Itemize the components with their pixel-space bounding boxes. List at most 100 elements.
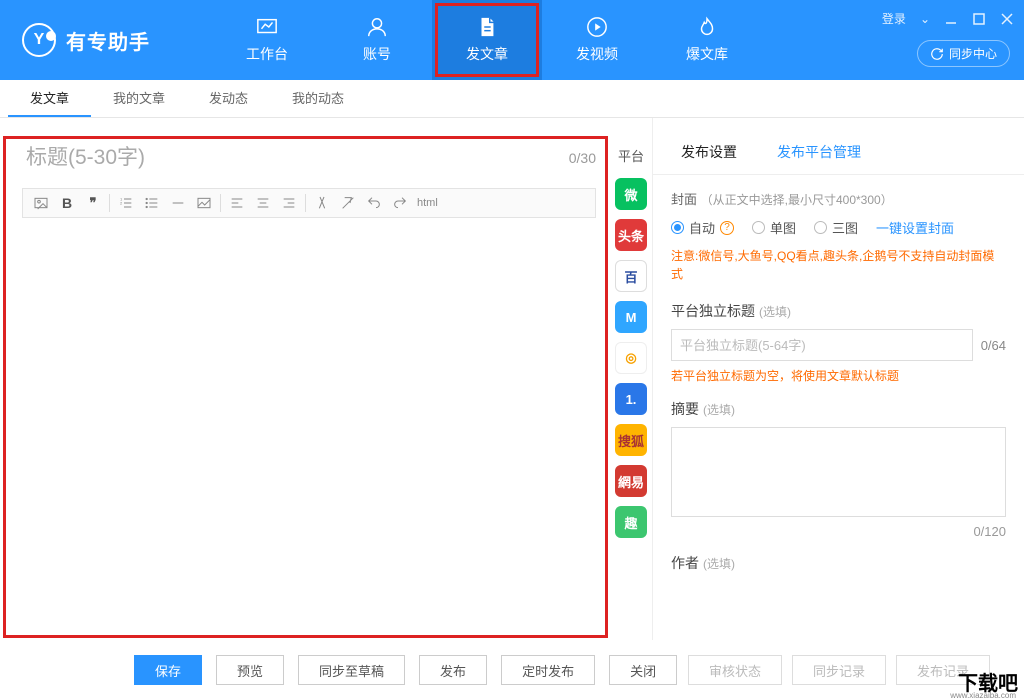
- plat-title-input[interactable]: [671, 329, 973, 361]
- bottom-right-buttons: 审核状态 同步记录 发布记录: [688, 655, 990, 685]
- sync-log-button[interactable]: 同步记录: [792, 655, 886, 685]
- platform-item-2[interactable]: 百: [615, 260, 647, 292]
- logo-icon: Y: [22, 23, 56, 57]
- cover-label: 封面 （从正文中选择,最小尺寸400*300）: [671, 189, 1006, 208]
- summary-label: 摘要(选填): [671, 399, 1006, 419]
- platform-item-7[interactable]: 網易: [615, 465, 647, 497]
- settings-column: 发布设置 发布平台管理 封面 （从正文中选择,最小尺寸400*300） 自动? …: [652, 118, 1024, 640]
- image-icon[interactable]: [29, 191, 53, 215]
- subtab-publish-moment[interactable]: 发动态: [187, 80, 270, 117]
- tab-platform-manage[interactable]: 发布平台管理: [761, 136, 877, 174]
- radio-auto[interactable]: 自动?: [671, 218, 734, 237]
- svg-text:2: 2: [120, 200, 123, 205]
- hr-icon[interactable]: [166, 191, 190, 215]
- separator: [220, 194, 221, 212]
- html-source-button[interactable]: html: [414, 197, 441, 209]
- undo-icon[interactable]: [362, 191, 386, 215]
- login-dropdown-icon[interactable]: ⌄: [920, 12, 930, 26]
- plat-title-count: 0/64: [981, 338, 1006, 353]
- minimize-icon[interactable]: [944, 12, 958, 26]
- bottom-bar: 保存 预览 同步至草稿 发布 定时发布 关闭 审核状态 同步记录 发布记录: [0, 640, 1024, 700]
- unordered-list-icon[interactable]: [140, 191, 164, 215]
- platform-item-8[interactable]: 趣: [615, 506, 647, 538]
- clear-format-icon[interactable]: [336, 191, 360, 215]
- nav-label: 工作台: [246, 44, 288, 64]
- platform-item-4[interactable]: ◎: [615, 342, 647, 374]
- radio-icon: [752, 221, 765, 234]
- nav-label: 爆文库: [686, 44, 728, 64]
- app-title: 有专助手: [66, 26, 150, 55]
- nav-account[interactable]: 账号: [322, 0, 432, 80]
- quote-icon[interactable]: ❞: [81, 191, 105, 215]
- sub-tabs: 发文章 我的文章 发动态 我的动态: [0, 80, 1024, 118]
- platform-item-5[interactable]: 1.: [615, 383, 647, 415]
- subtab-my-moments[interactable]: 我的动态: [270, 80, 366, 117]
- nav-label: 账号: [363, 44, 391, 64]
- platform-item-6[interactable]: 搜狐: [615, 424, 647, 456]
- gallery-icon[interactable]: [192, 191, 216, 215]
- align-right-icon[interactable]: [277, 191, 301, 215]
- redo-icon[interactable]: [388, 191, 412, 215]
- sync-draft-button[interactable]: 同步至草稿: [298, 655, 405, 685]
- publish-button[interactable]: 发布: [419, 655, 487, 685]
- editor-column: 0/30 B ❞ 12 html: [0, 118, 610, 640]
- audit-status-button[interactable]: 审核状态: [688, 655, 782, 685]
- title-input[interactable]: [26, 146, 559, 170]
- sync-center-button[interactable]: 同步中心: [917, 40, 1010, 67]
- summary-textarea[interactable]: [671, 427, 1006, 517]
- document-icon: [474, 16, 500, 38]
- one-click-cover-link[interactable]: 一键设置封面: [876, 218, 954, 237]
- editor-toolbar: B ❞ 12 html: [22, 188, 596, 218]
- nav-workbench[interactable]: 工作台: [212, 0, 322, 80]
- tab-publish-settings[interactable]: 发布设置: [665, 136, 753, 174]
- nav-hot-articles[interactable]: 爆文库: [652, 0, 762, 80]
- nav-label: 发文章: [466, 44, 508, 64]
- maximize-icon[interactable]: [972, 12, 986, 26]
- preview-button[interactable]: 预览: [216, 655, 284, 685]
- settings-tabs: 发布设置 发布平台管理: [653, 136, 1024, 175]
- cover-warn: 注意:微信号,大鱼号,QQ看点,趣头条,企鹅号不支持自动封面模式: [671, 247, 1006, 283]
- ordered-list-icon[interactable]: 12: [114, 191, 138, 215]
- timed-publish-button[interactable]: 定时发布: [501, 655, 595, 685]
- cover-radio-row: 自动? 单图 三图 一键设置封面: [671, 218, 1006, 237]
- separator: [109, 194, 110, 212]
- window-controls: 登录 ⌄: [882, 10, 1014, 27]
- user-icon: [364, 16, 390, 38]
- save-button[interactable]: 保存: [134, 655, 202, 685]
- align-left-icon[interactable]: [225, 191, 249, 215]
- radio-triple[interactable]: 三图: [814, 218, 858, 237]
- logo-area: Y 有专助手: [0, 0, 172, 80]
- play-icon: [584, 16, 610, 38]
- publish-log-button[interactable]: 发布记录: [896, 655, 990, 685]
- platform-header: 平台: [618, 146, 644, 165]
- close-button[interactable]: 关闭: [609, 655, 677, 685]
- editor-body[interactable]: [22, 218, 596, 598]
- platform-item-1[interactable]: 头条: [615, 219, 647, 251]
- platform-item-3[interactable]: M: [615, 301, 647, 333]
- settings-body: 封面 （从正文中选择,最小尺寸400*300） 自动? 单图 三图 一键设置封面…: [653, 175, 1024, 601]
- platform-title-group: 平台独立标题(选填) 0/64 若平台独立标题为空，将使用文章默认标题: [671, 301, 1006, 385]
- sync-center-label: 同步中心: [949, 45, 997, 62]
- find-icon[interactable]: [310, 191, 334, 215]
- help-icon[interactable]: ?: [720, 221, 734, 235]
- separator: [305, 194, 306, 212]
- subtab-publish[interactable]: 发文章: [8, 80, 91, 117]
- bold-icon[interactable]: B: [55, 191, 79, 215]
- chart-icon: [254, 16, 280, 38]
- platform-item-0[interactable]: 微: [615, 178, 647, 210]
- align-center-icon[interactable]: [251, 191, 275, 215]
- radio-icon: [671, 221, 684, 234]
- radio-single[interactable]: 单图: [752, 218, 796, 237]
- summary-count: 0/120: [671, 524, 1006, 539]
- summary-group: 摘要(选填) 0/120: [671, 399, 1006, 539]
- author-label: 作者(选填): [671, 553, 1006, 573]
- author-group: 作者(选填): [671, 553, 1006, 573]
- nav-publish-article[interactable]: 发文章: [432, 0, 542, 80]
- login-link[interactable]: 登录: [882, 10, 906, 27]
- nav-publish-video[interactable]: 发视频: [542, 0, 652, 80]
- main-area: 0/30 B ❞ 12 html 平台 微头条百M ◎ 1. 搜狐網易趣: [0, 118, 1024, 640]
- platform-column: 平台 微头条百M ◎ 1. 搜狐網易趣: [610, 118, 652, 640]
- subtab-my-articles[interactable]: 我的文章: [91, 80, 187, 117]
- close-icon[interactable]: [1000, 12, 1014, 26]
- bottom-left-buttons: 保存 预览 同步至草稿 发布 定时发布 关闭: [134, 655, 677, 685]
